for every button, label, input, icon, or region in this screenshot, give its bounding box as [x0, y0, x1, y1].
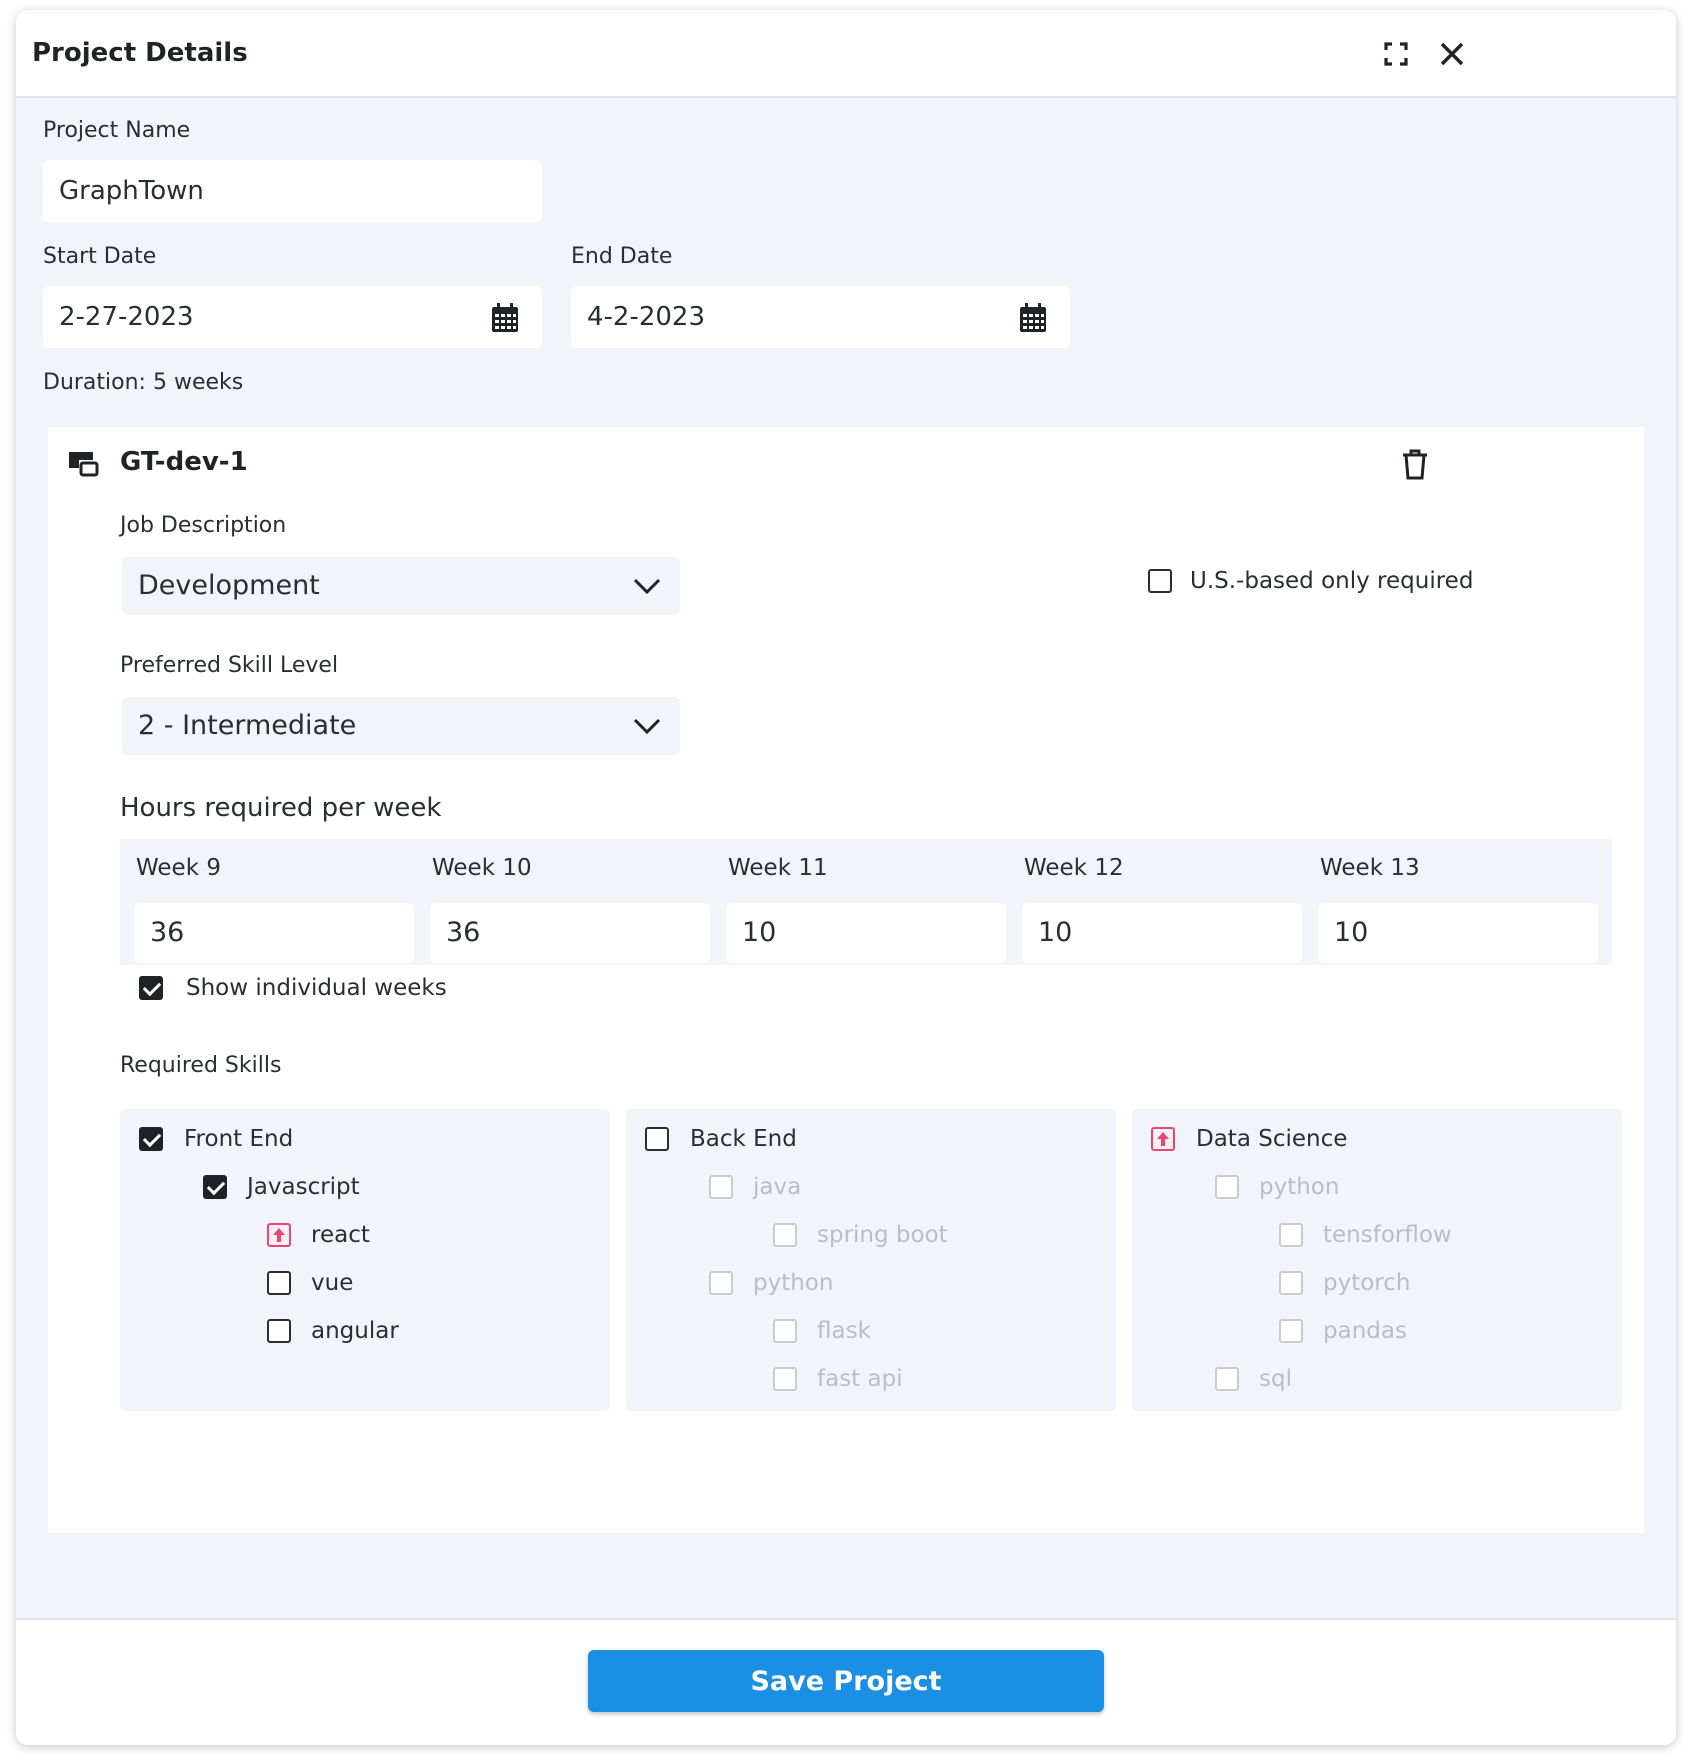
skill-checkbox: [1215, 1367, 1239, 1391]
week-hours-input[interactable]: 36: [430, 903, 710, 963]
week-hours-input[interactable]: 10: [1318, 903, 1598, 963]
close-icon[interactable]: [1434, 36, 1470, 72]
job-description-select[interactable]: Development: [122, 557, 680, 615]
skill-group-label: Back End: [690, 1126, 797, 1152]
skill-group-label: Data Science: [1196, 1126, 1348, 1152]
skill-label: java: [753, 1174, 802, 1200]
skill-checkbox[interactable]: [203, 1175, 227, 1199]
skill-checkbox: [709, 1175, 733, 1199]
skill-label: fast api: [817, 1366, 903, 1392]
modal-header: Project Details: [16, 10, 1676, 98]
show-weeks-checkbox[interactable]: [139, 976, 163, 1000]
skill-checkbox: [1279, 1271, 1303, 1295]
skill-checkbox: [773, 1367, 797, 1391]
skill-checkbox: [709, 1271, 733, 1295]
week-hours-input[interactable]: 36: [134, 903, 414, 963]
weeks-panel: Week 9 36 Week 10 36 Week 11 10 Week 12 …: [120, 839, 1612, 965]
role-name: GT-dev-1: [120, 447, 248, 477]
skill-label: pandas: [1323, 1318, 1407, 1344]
role-card: GT-dev-1 Job Description Development U.S…: [48, 427, 1644, 1533]
skill-checkbox: [1279, 1223, 1303, 1247]
skill-label: react: [311, 1222, 370, 1248]
skill-label: python: [1259, 1174, 1340, 1200]
week-label: Week 10: [432, 855, 532, 881]
role-icon: [69, 452, 99, 477]
start-date-value: 2-27-2023: [59, 302, 194, 332]
save-project-button[interactable]: Save Project: [588, 1650, 1104, 1712]
calendar-icon[interactable]: [490, 302, 520, 334]
skill-group-data-science: Data Science python tensforflow pytorch …: [1132, 1109, 1622, 1411]
skill-label: spring boot: [817, 1222, 948, 1248]
week-label: Week 12: [1024, 855, 1124, 881]
skill-level-label: Preferred Skill Level: [120, 653, 339, 678]
arrow-up-icon: [273, 1228, 285, 1242]
skill-label: flask: [817, 1318, 871, 1344]
week-label: Week 13: [1320, 855, 1420, 881]
required-skills-label: Required Skills: [120, 1053, 282, 1078]
week-label: Week 11: [728, 855, 828, 881]
week-label: Week 9: [136, 855, 221, 881]
skill-label: sql: [1259, 1366, 1292, 1392]
fullscreen-icon[interactable]: [1378, 36, 1414, 72]
project-name-label: Project Name: [43, 118, 191, 143]
skill-group-front-end: Front End Javascript react vue angular: [120, 1109, 610, 1411]
skill-checkbox: [773, 1223, 797, 1247]
project-details-modal: Project Details Project Name GraphTown S…: [16, 10, 1676, 1745]
chevron-down-icon: [633, 718, 661, 735]
skill-label: vue: [311, 1270, 354, 1296]
us-based-checkbox[interactable]: [1148, 569, 1172, 593]
end-date-input[interactable]: 4-2-2023: [571, 286, 1070, 348]
skill-checkbox[interactable]: [267, 1271, 291, 1295]
start-date-label: Start Date: [43, 244, 157, 269]
skill-checkbox-partial[interactable]: [1151, 1127, 1175, 1151]
week-hours-input[interactable]: 10: [726, 903, 1006, 963]
skill-label: python: [753, 1270, 834, 1296]
end-date-value: 4-2-2023: [587, 302, 706, 332]
skill-label: tensforflow: [1323, 1222, 1452, 1248]
skill-group-label: Front End: [184, 1126, 294, 1152]
show-weeks-label: Show individual weeks: [186, 975, 447, 1001]
chevron-down-icon: [633, 578, 661, 595]
skill-label: pytorch: [1323, 1270, 1411, 1296]
job-description-label: Job Description: [120, 513, 287, 538]
week-hours-input[interactable]: 10: [1022, 903, 1302, 963]
us-based-label: U.S.-based only required: [1190, 568, 1474, 594]
job-description-value: Development: [138, 570, 320, 601]
skill-checkbox: [1215, 1175, 1239, 1199]
modal-footer: Save Project: [16, 1618, 1676, 1745]
skill-label: angular: [311, 1318, 399, 1344]
hours-title: Hours required per week: [120, 793, 442, 823]
skill-group-back-end: Back End java spring boot python flask f…: [626, 1109, 1116, 1411]
skill-checkbox-partial[interactable]: [267, 1223, 291, 1247]
start-date-input[interactable]: 2-27-2023: [43, 286, 542, 348]
duration-text: Duration: 5 weeks: [43, 370, 244, 395]
end-date-label: End Date: [571, 244, 673, 269]
skill-level-select[interactable]: 2 - Intermediate: [122, 697, 680, 755]
calendar-icon[interactable]: [1018, 302, 1048, 334]
skill-level-value: 2 - Intermediate: [138, 710, 357, 741]
trash-icon[interactable]: [1400, 447, 1430, 481]
skill-checkbox[interactable]: [645, 1127, 669, 1151]
skill-label: Javascript: [247, 1174, 360, 1200]
skill-checkbox: [773, 1319, 797, 1343]
skill-checkbox[interactable]: [139, 1127, 163, 1151]
skill-checkbox: [1279, 1319, 1303, 1343]
arrow-up-icon: [1157, 1132, 1169, 1146]
project-name-input[interactable]: GraphTown: [43, 160, 542, 222]
skill-checkbox[interactable]: [267, 1319, 291, 1343]
modal-title: Project Details: [32, 38, 248, 68]
